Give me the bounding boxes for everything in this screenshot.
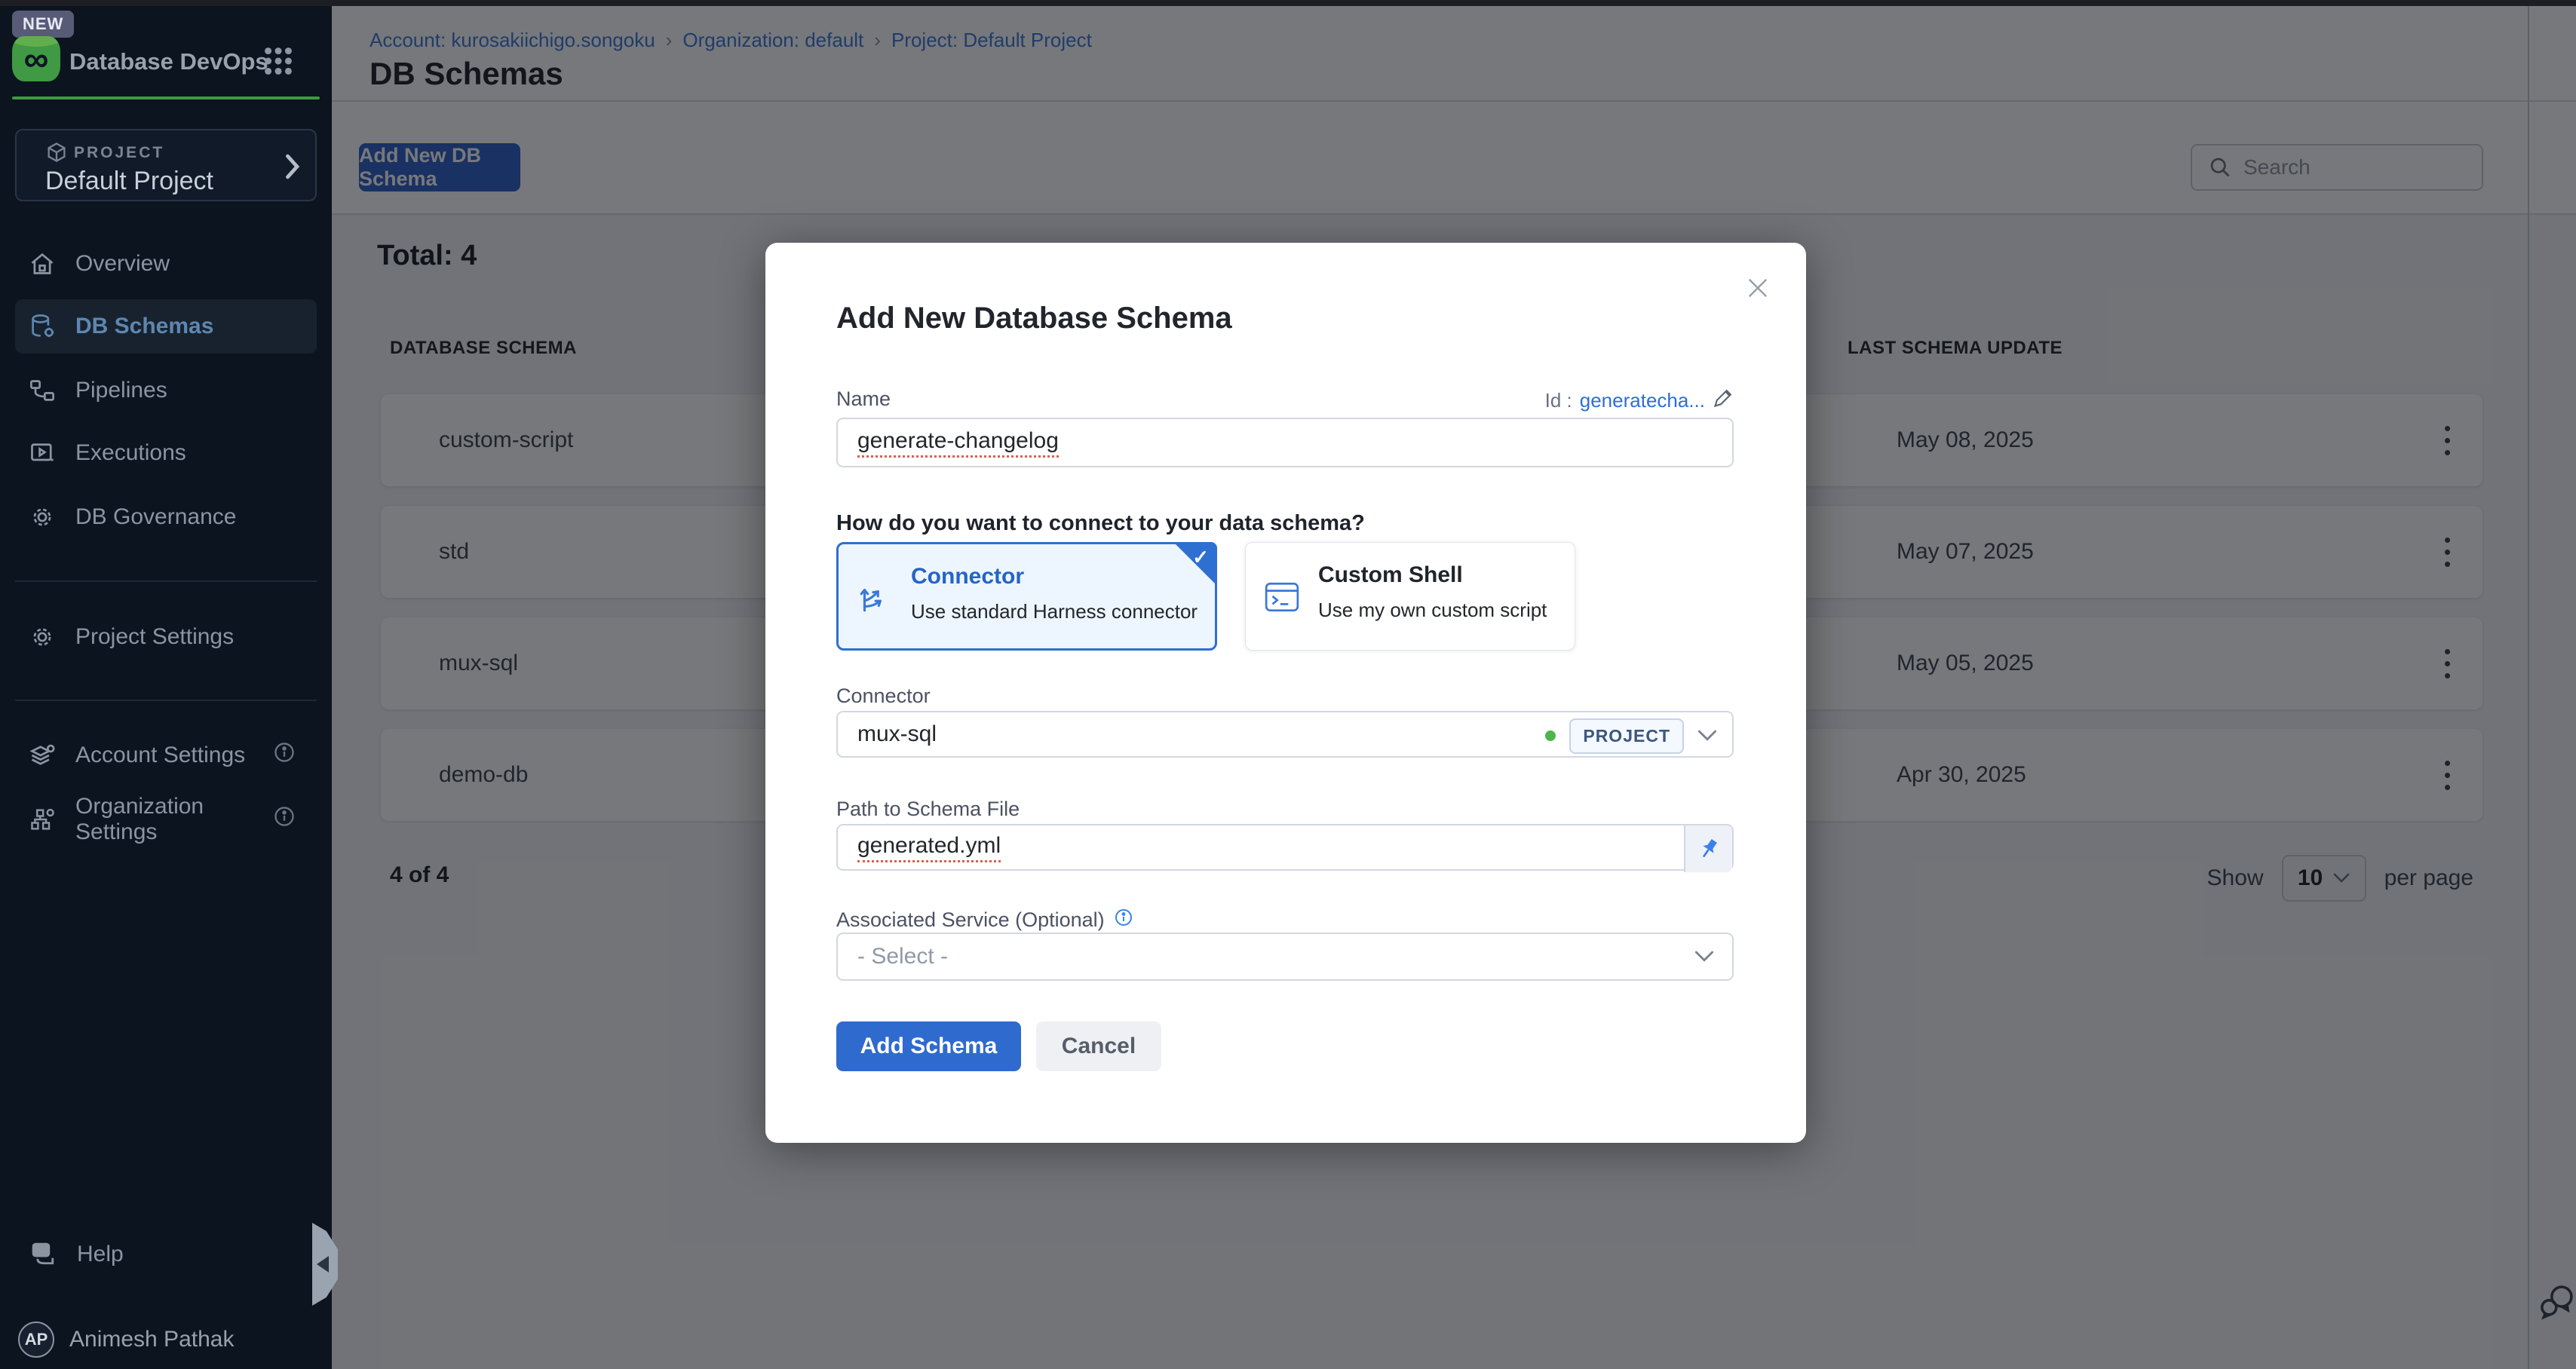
sidebar-item-pipelines[interactable]: Pipelines — [15, 366, 317, 415]
pipelines-icon — [29, 377, 56, 404]
modal-title: Add New Database Schema — [836, 302, 1232, 335]
org-hierarchy-icon — [29, 806, 56, 833]
info-icon[interactable] — [273, 741, 296, 770]
sidebar-item-db-governance[interactable]: DB Governance — [15, 493, 317, 541]
close-icon[interactable] — [1743, 273, 1773, 303]
app-logo-database-icon: ∞ — [12, 36, 60, 81]
screen: NEW ∞ Database DevOps PROJECT Default Pr… — [0, 0, 2576, 1369]
id-value-link[interactable]: generatecha... — [1580, 389, 1705, 412]
user-name: Animesh Pathak — [69, 1327, 234, 1352]
add-schema-button[interactable]: Add Schema — [836, 1021, 1021, 1071]
project-name: Default Project — [45, 167, 213, 196]
schema-id-line: Id : generatecha... — [1545, 387, 1734, 414]
chevron-down-icon — [1697, 729, 1717, 743]
path-input[interactable]: generated.yml — [836, 824, 1734, 871]
brand-accent-line — [12, 96, 320, 100]
sidebar-item-project-settings[interactable]: Project Settings — [15, 613, 317, 661]
add-schema-modal: Add New Database Schema Name Id : genera… — [765, 243, 1806, 1143]
pin-button[interactable] — [1684, 825, 1732, 872]
id-prefix: Id : — [1545, 389, 1572, 412]
service-label: Associated Service (Optional) — [836, 908, 1105, 932]
connector-label: Connector — [836, 684, 931, 708]
connect-question: How do you want to connect to your data … — [836, 511, 1365, 536]
name-input[interactable]: generate-changelog — [836, 418, 1734, 467]
sidebar-item-executions[interactable]: Executions — [15, 429, 317, 477]
path-label: Path to Schema File — [836, 798, 1020, 821]
gear-icon — [29, 623, 56, 651]
browser-top-strip — [0, 0, 2576, 6]
option-card-connector[interactable]: ✓ Connector Use standard Harness connect… — [836, 542, 1217, 651]
edit-id-pencil-icon[interactable] — [1713, 387, 1734, 414]
thumbtack-icon — [1693, 833, 1725, 865]
chevron-down-icon — [1694, 950, 1714, 963]
sidebar: NEW ∞ Database DevOps PROJECT Default Pr… — [0, 6, 332, 1369]
sidebar-item-db-schemas[interactable]: DB Schemas — [15, 302, 317, 351]
sidebar-item-overview[interactable]: Overview — [15, 240, 317, 288]
executions-icon — [29, 439, 56, 467]
service-label-row: Associated Service (Optional) — [836, 908, 1133, 933]
sidebar-item-help[interactable]: ? Help — [15, 1230, 317, 1279]
service-select[interactable]: - Select - — [836, 933, 1734, 981]
app-grid-icon[interactable] — [264, 47, 293, 79]
cube-icon — [45, 141, 68, 167]
new-badge: NEW — [12, 11, 74, 38]
chevron-right-icon — [282, 153, 302, 184]
option-card-custom-shell[interactable]: Custom Shell Use my own custom script — [1245, 542, 1575, 651]
left-arrow-icon — [317, 1256, 329, 1273]
connector-status-dot — [1545, 730, 1556, 741]
svg-text:?: ? — [38, 1245, 44, 1257]
db-schemas-icon — [29, 313, 56, 340]
sidebar-item-organization-settings[interactable]: Organization Settings — [15, 795, 317, 844]
home-icon — [29, 250, 56, 277]
project-selector[interactable]: PROJECT Default Project — [15, 129, 317, 201]
layers-gear-icon — [29, 742, 56, 769]
governance-gear-icon — [29, 504, 56, 531]
info-icon[interactable] — [1114, 908, 1133, 933]
scope-badge: PROJECT — [1569, 718, 1684, 754]
connector-arrows-icon — [857, 580, 891, 619]
sidebar-item-account-settings[interactable]: Account Settings — [15, 731, 317, 779]
avatar: AP — [18, 1322, 54, 1358]
help-chat-icon: ? — [29, 1239, 59, 1269]
project-label: PROJECT — [74, 144, 164, 162]
terminal-icon — [1264, 579, 1300, 619]
checkmark-icon: ✓ — [1192, 546, 1209, 569]
sidebar-divider — [15, 700, 317, 701]
connector-select[interactable]: mux-sql PROJECT — [836, 711, 1734, 758]
cancel-button[interactable]: Cancel — [1036, 1021, 1161, 1071]
sidebar-divider — [15, 580, 317, 582]
user-menu[interactable]: AP Animesh Pathak — [15, 1315, 317, 1364]
info-icon[interactable] — [273, 805, 296, 834]
app-title: Database DevOps — [69, 48, 268, 75]
name-label: Name — [836, 387, 891, 411]
